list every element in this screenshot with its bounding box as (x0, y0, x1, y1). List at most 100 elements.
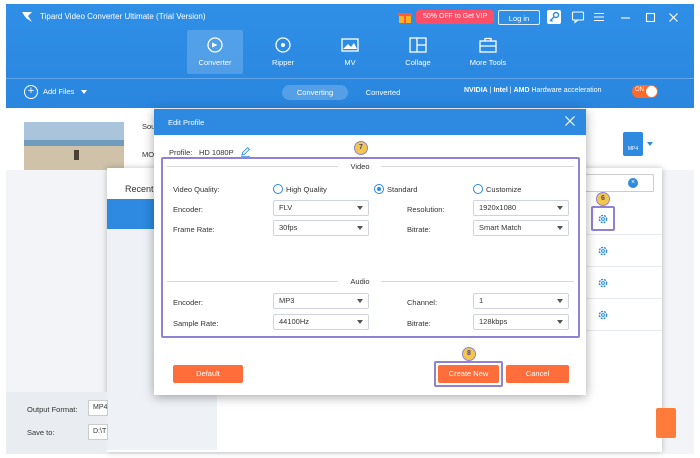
chevron-down-icon (357, 299, 363, 303)
video-section-title: Video (350, 162, 370, 171)
nav-converter[interactable]: Converter (187, 30, 243, 74)
channel-label: Channel: (407, 298, 438, 307)
frame-rate-select[interactable]: 30fps (273, 220, 369, 236)
audio-section-rule (381, 281, 574, 282)
audio-encoder-label: Encoder: (173, 298, 204, 307)
encoder-value: FLV (279, 203, 293, 212)
settings-gear-icon[interactable] (597, 213, 609, 225)
convert-all-button[interactable] (656, 408, 676, 438)
video-section-rule (167, 166, 338, 167)
promo-badge[interactable]: 50% OFF to Get VIP (416, 10, 495, 24)
edit-pencil-icon[interactable] (240, 146, 251, 157)
chevron-down-icon (557, 226, 563, 230)
hardware-acceleration: NVIDIA | Intel | AMD Hardware accelerati… (464, 87, 602, 94)
nav-mv[interactable]: MV (322, 30, 378, 74)
sample-rate-select[interactable]: 44100Hz (273, 314, 369, 330)
add-files-label: Add Files (43, 87, 75, 96)
nav-collage[interactable]: Collage (390, 30, 446, 74)
nav-ripper[interactable]: Ripper (255, 30, 311, 74)
cancel-button[interactable]: Cancel (506, 365, 569, 383)
format-category-selected[interactable] (107, 199, 154, 229)
video-bitrate-label: Bitrate: (407, 225, 431, 234)
chevron-down-icon (557, 206, 563, 210)
tab-converting[interactable]: Converting (282, 85, 348, 100)
resolution-label: Resolution: (407, 205, 445, 214)
hw-label: Hardware acceleration (531, 87, 602, 94)
standard-label: Standard (387, 185, 418, 194)
hw-intel: Intel (493, 87, 508, 94)
encoder-label: Encoder: (173, 205, 204, 214)
chevron-down-icon (557, 320, 563, 324)
output-format-select[interactable]: MP4 (88, 400, 108, 416)
save-to-label: Save to: (27, 428, 55, 437)
close-icon[interactable] (668, 12, 679, 23)
tab-converted[interactable]: Converted (357, 85, 409, 100)
format-badge: MP4 (627, 146, 639, 152)
settings-gear-icon[interactable] (597, 245, 609, 257)
settings-gear-icon[interactable] (597, 277, 609, 289)
chevron-down-icon (81, 90, 88, 95)
default-button[interactable]: Default (173, 365, 243, 383)
output-format-label: Output Format: (27, 405, 78, 414)
step-7-badge: 7 (354, 141, 368, 155)
chevron-down-icon (357, 226, 363, 230)
format-search-input[interactable] (580, 174, 654, 192)
radio-standard[interactable] (374, 184, 384, 194)
nav-divider (6, 78, 694, 79)
radio-customize[interactable] (473, 184, 483, 194)
nav-more-tools[interactable]: More Tools (458, 30, 518, 74)
resolution-value: 1920x1080 (479, 203, 517, 212)
encoder-select[interactable]: FLV (273, 200, 369, 216)
audio-bitrate-select[interactable]: 128kbps (473, 314, 569, 330)
settings-gear-icon[interactable] (597, 309, 609, 321)
gift-icon[interactable] (397, 10, 413, 24)
add-files-button[interactable]: + Add Files (24, 84, 88, 100)
sample-rate-label: Sample Rate: (173, 319, 219, 328)
ripper-icon (275, 37, 291, 53)
nav-more-tools-label: More Tools (469, 58, 507, 67)
video-thumbnail[interactable] (24, 122, 124, 170)
customize-label: Customize (486, 185, 522, 194)
maximize-icon[interactable] (645, 12, 656, 23)
step-8-badge: 8 (462, 347, 476, 361)
chevron-down-icon (357, 206, 363, 210)
video-bitrate-select[interactable]: Smart Match (473, 220, 569, 236)
resolution-select[interactable]: 1920x1080 (473, 200, 569, 216)
step-6-badge: 6 (596, 192, 610, 206)
nav-mv-label: MV (344, 58, 356, 67)
login-button[interactable]: Log in (498, 10, 540, 25)
nav-ripper-label: Ripper (271, 58, 295, 67)
hw-amd: AMD (513, 87, 530, 94)
video-bitrate-value: Smart Match (479, 223, 522, 232)
menu-icon[interactable] (592, 10, 606, 24)
recent-tab[interactable]: Recent (125, 184, 154, 194)
mv-icon (341, 38, 359, 52)
profile-label: Profile: (169, 148, 193, 157)
output-format-icon[interactable]: MP4 (623, 132, 643, 156)
dialog-close-icon[interactable] (564, 115, 576, 127)
audio-encoder-value: MP3 (279, 296, 295, 305)
toggle-label: ON (635, 87, 644, 93)
audio-encoder-select[interactable]: MP3 (273, 293, 369, 309)
channel-select[interactable]: 1 (473, 293, 569, 309)
create-new-button[interactable]: Create New (438, 365, 499, 383)
frame-rate-value: 30fps (279, 223, 298, 232)
minimize-icon[interactable] (620, 12, 631, 23)
audio-section-rule (167, 281, 338, 282)
dialog-header (154, 109, 586, 135)
radio-high-quality[interactable] (273, 184, 283, 194)
save-to-field[interactable]: D:\T (88, 424, 108, 440)
key-icon[interactable] (547, 10, 561, 24)
profile-name[interactable]: HD 1080P (199, 148, 234, 157)
mo-label: MO (142, 150, 155, 159)
clear-search-icon[interactable]: × (628, 178, 638, 188)
video-section-rule (381, 166, 574, 167)
nav-collage-label: Collage (405, 58, 431, 67)
chat-icon[interactable] (571, 10, 585, 24)
dialog-title: Edit Profile (168, 118, 205, 127)
chevron-down-icon (357, 320, 363, 324)
audio-section-title: Audio (350, 277, 370, 286)
collage-icon (409, 37, 427, 53)
format-chevron-icon[interactable] (647, 142, 653, 146)
hw-acceleration-toggle[interactable]: ON (632, 85, 658, 98)
